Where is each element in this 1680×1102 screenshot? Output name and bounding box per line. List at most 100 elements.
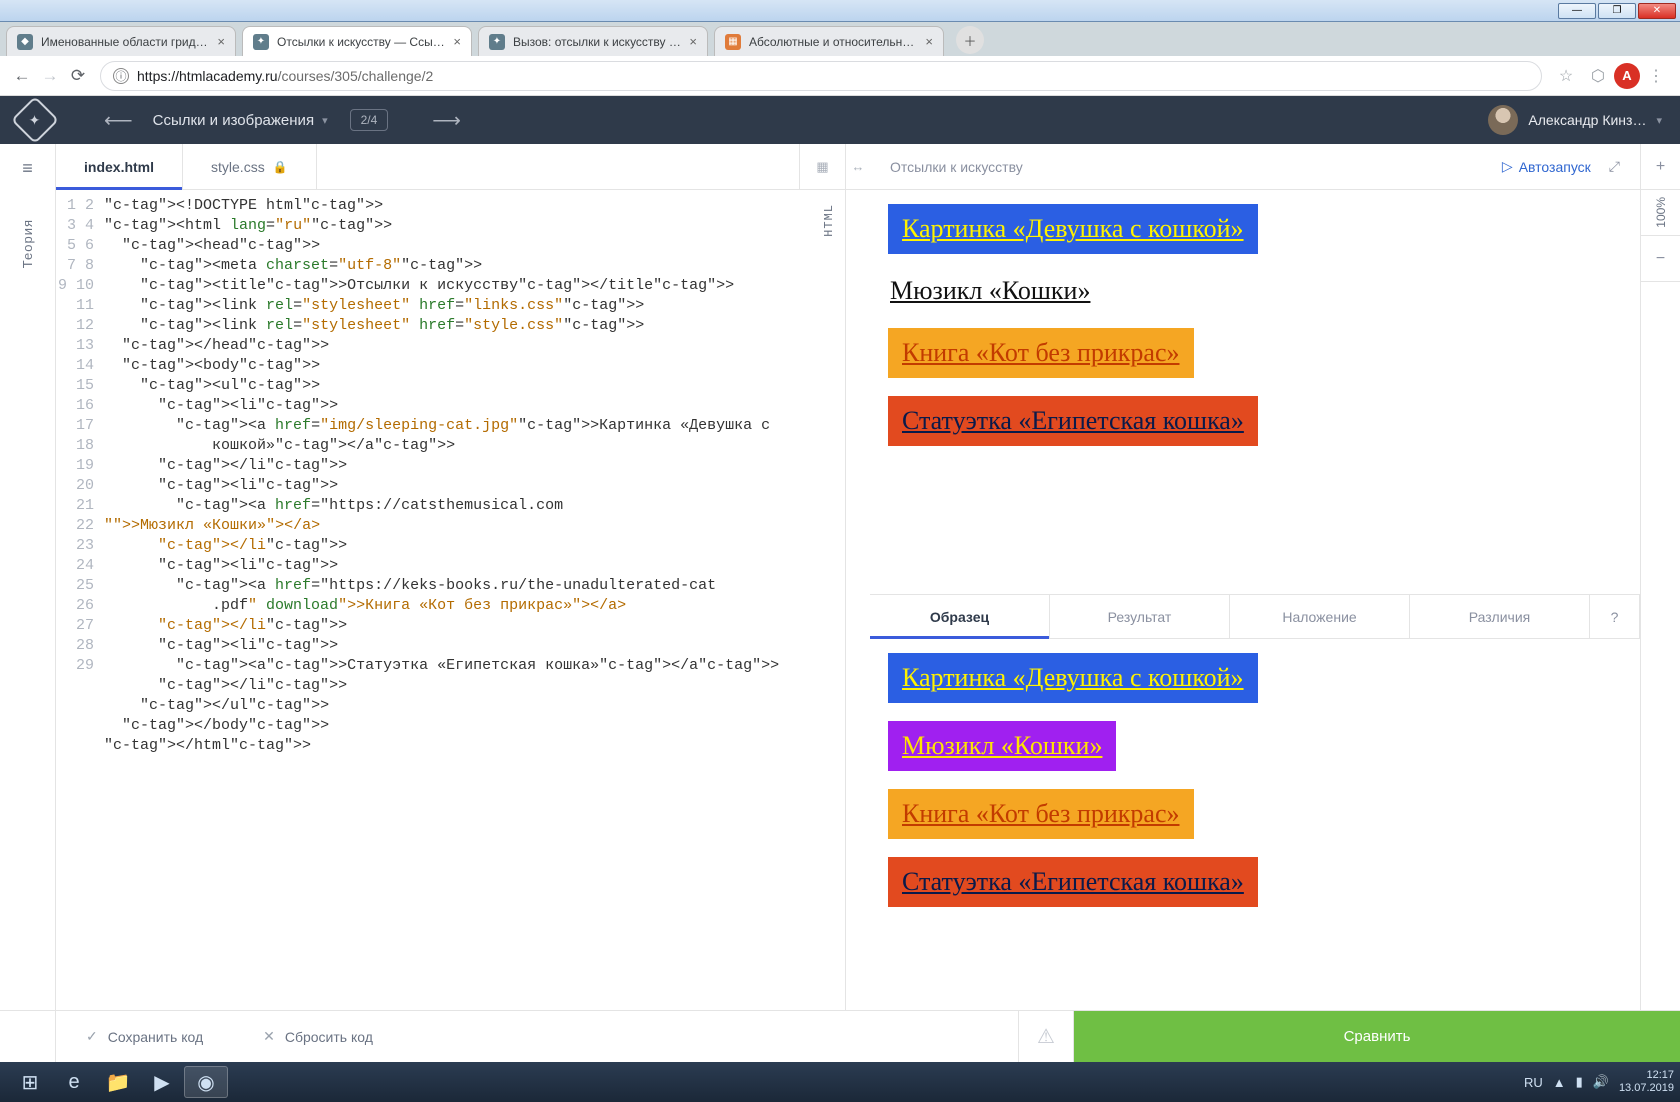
resize-handle-icon[interactable]: ↔ xyxy=(846,144,870,190)
lock-icon: 🔒 xyxy=(273,160,288,174)
theory-label[interactable]: Теория xyxy=(20,219,35,268)
windows-taskbar: ⊞ e 📁 ▶ ◉ RU ▲ ▮ 🔊 12:17 13.07.2019 xyxy=(0,1062,1680,1102)
back-button[interactable]: ← xyxy=(8,62,36,90)
preview-link[interactable]: Мюзикл «Кошки» xyxy=(888,721,1116,771)
taskbar-icon-explorer[interactable]: 📁 xyxy=(96,1066,140,1098)
zoom-level: 100% xyxy=(1641,190,1680,236)
reload-button[interactable]: ⟳ xyxy=(64,62,92,90)
close-icon[interactable]: × xyxy=(925,34,933,49)
close-icon[interactable]: × xyxy=(453,34,461,49)
url-text: https://htmlacademy.ru/courses/305/chall… xyxy=(137,68,433,84)
theory-rail: ≡ Теория xyxy=(0,144,56,1010)
help-button[interactable]: ? xyxy=(1590,595,1640,638)
preview-column: Отсылки к искусству ▷ Автозапуск ⤢ Карти… xyxy=(870,144,1680,1010)
zoom-out-button[interactable]: − xyxy=(1641,236,1680,282)
menu-icon[interactable]: ≡ xyxy=(22,158,33,179)
tab-label: Отсылки к искусству — Ссылки xyxy=(277,35,445,49)
tab-result[interactable]: Результат xyxy=(1050,595,1230,638)
window-minimize-button[interactable]: — xyxy=(1558,3,1596,19)
preview-link[interactable]: Картинка «Девушка с кошкой» xyxy=(888,653,1258,703)
preview-link[interactable]: Статуэтка «Египетская кошка» xyxy=(888,857,1258,907)
code-editor[interactable]: 1 2 3 4 5 6 7 8 9 10 11 12 13 14 15 16 1… xyxy=(56,190,845,1010)
zoom-rail: + 100% − xyxy=(1640,144,1680,1010)
autorun-toggle[interactable]: ▷ Автозапуск xyxy=(1502,158,1591,175)
main-area: ≡ Теория index.html style.css🔒 ▦ 1 2 3 4… xyxy=(0,144,1680,1010)
language-indicator[interactable]: RU xyxy=(1524,1075,1543,1090)
preview-link[interactable]: Книга «Кот без прикрас» xyxy=(888,328,1194,378)
user-menu[interactable]: Александр Кинз… ▾ xyxy=(1488,105,1662,135)
zoom-in-button[interactable]: + xyxy=(1641,144,1680,190)
favicon-icon: ▦ xyxy=(725,34,741,50)
browser-tab[interactable]: ✦ Отсылки к искусству — Ссылки × xyxy=(242,26,472,56)
check-icon: ✓ xyxy=(86,1028,98,1045)
close-icon[interactable]: × xyxy=(217,34,225,49)
editor-column: index.html style.css🔒 ▦ 1 2 3 4 5 6 7 8 … xyxy=(56,144,846,1010)
file-tab-index[interactable]: index.html xyxy=(56,144,183,189)
favicon-icon: ◆ xyxy=(17,34,33,50)
layout-icon[interactable]: ▦ xyxy=(799,144,845,189)
file-tab-style[interactable]: style.css🔒 xyxy=(183,144,317,189)
line-numbers: 1 2 3 4 5 6 7 8 9 10 11 12 13 14 15 16 1… xyxy=(56,190,104,1010)
profile-avatar-icon[interactable]: A xyxy=(1614,63,1640,89)
save-code-button[interactable]: ✓ Сохранить код xyxy=(56,1011,233,1062)
warning-icon[interactable]: ⚠ xyxy=(1018,1011,1074,1062)
tray-up-icon[interactable]: ▲ xyxy=(1553,1075,1566,1090)
window-close-button[interactable]: ✕ xyxy=(1638,3,1676,19)
tab-diff[interactable]: Различия xyxy=(1410,595,1590,638)
tab-sample[interactable]: Образец xyxy=(870,595,1050,638)
browser-menu-icon[interactable]: ⋮ xyxy=(1642,62,1670,90)
next-lesson-button[interactable]: ⟶ xyxy=(432,108,459,133)
favicon-icon: ✦ xyxy=(253,34,269,50)
taskbar-icon-chrome[interactable]: ◉ xyxy=(184,1066,228,1098)
browser-tabs-row: ◆ Именованные области грида: с × ✦ Отсыл… xyxy=(0,22,1680,56)
site-info-icon[interactable]: ⓘ xyxy=(113,68,129,84)
browser-tab[interactable]: ◆ Именованные области грида: с × xyxy=(6,26,236,56)
preview-sample: Картинка «Девушка с кошкой» Мюзикл «Кошки… xyxy=(870,639,1640,1010)
avatar-icon xyxy=(1488,105,1518,135)
start-button[interactable]: ⊞ xyxy=(8,1066,52,1098)
browser-tab[interactable]: ▦ Абсолютные и относительные × xyxy=(714,26,944,56)
preview-link[interactable]: Мюзикл «Кошки» xyxy=(888,272,1092,310)
reset-code-button[interactable]: ✕ Сбросить код xyxy=(233,1011,403,1062)
forward-button[interactable]: → xyxy=(36,62,64,90)
network-icon[interactable]: ▮ xyxy=(1576,1074,1583,1090)
browser-toolbar: ← → ⟳ ⓘ https://htmlacademy.ru/courses/3… xyxy=(0,56,1680,96)
language-label: HTML xyxy=(819,204,839,237)
tab-overlay[interactable]: Наложение xyxy=(1230,595,1410,638)
taskbar-icon-ie[interactable]: e xyxy=(52,1066,96,1098)
app-header: ✦ ⟵ Ссылки и изображения ▾ 2/4 ⟶ Алексан… xyxy=(0,96,1680,144)
close-icon[interactable]: × xyxy=(689,34,697,49)
lesson-title-dropdown[interactable]: Ссылки и изображения ▾ xyxy=(153,112,328,129)
window-titlebar: — ❐ ✕ xyxy=(0,0,1680,22)
bookmark-star-icon[interactable]: ☆ xyxy=(1552,62,1580,90)
lesson-counter: 2/4 xyxy=(350,109,389,131)
new-tab-button[interactable]: ＋ xyxy=(956,26,984,54)
tab-label: Вызов: отсылки к искусству - К xyxy=(513,35,681,49)
extension-icon[interactable]: ⬡ xyxy=(1584,62,1612,90)
preview-title: Отсылки к искусству xyxy=(890,159,1023,175)
favicon-icon: ✦ xyxy=(489,34,505,50)
prev-lesson-button[interactable]: ⟵ xyxy=(104,108,131,133)
app-footer: ✓ Сохранить код ✕ Сбросить код ⚠ Сравнит… xyxy=(0,1010,1680,1062)
chevron-down-icon: ▾ xyxy=(1656,114,1662,127)
volume-icon[interactable]: 🔊 xyxy=(1593,1074,1609,1090)
preview-header: Отсылки к искусству ▷ Автозапуск ⤢ xyxy=(870,144,1640,190)
clock[interactable]: 12:17 13.07.2019 xyxy=(1619,1069,1674,1095)
taskbar-icon-player[interactable]: ▶ xyxy=(140,1066,184,1098)
address-bar[interactable]: ⓘ https://htmlacademy.ru/courses/305/cha… xyxy=(100,61,1542,91)
sample-tabs: Образец Результат Наложение Различия ? xyxy=(870,595,1640,639)
play-icon: ▷ xyxy=(1502,158,1513,175)
preview-link[interactable]: Статуэтка «Египетская кошка» xyxy=(888,396,1258,446)
window-maximize-button[interactable]: ❐ xyxy=(1598,3,1636,19)
preview-link[interactable]: Картинка «Девушка с кошкой» xyxy=(888,204,1258,254)
compare-button[interactable]: Сравнить xyxy=(1074,1011,1680,1062)
expand-icon[interactable]: ⤢ xyxy=(1609,158,1620,175)
x-icon: ✕ xyxy=(263,1028,275,1045)
preview-link[interactable]: Книга «Кот без прикрас» xyxy=(888,789,1194,839)
tab-label: Именованные области грида: с xyxy=(41,35,209,49)
code-content[interactable]: "c-tag"><!DOCTYPE html"c-tag">> "c-tag">… xyxy=(104,190,845,1010)
logo-icon[interactable]: ✦ xyxy=(11,96,59,144)
user-name: Александр Кинз… xyxy=(1528,112,1646,128)
lesson-title: Ссылки и изображения xyxy=(153,112,314,129)
browser-tab[interactable]: ✦ Вызов: отсылки к искусству - К × xyxy=(478,26,708,56)
